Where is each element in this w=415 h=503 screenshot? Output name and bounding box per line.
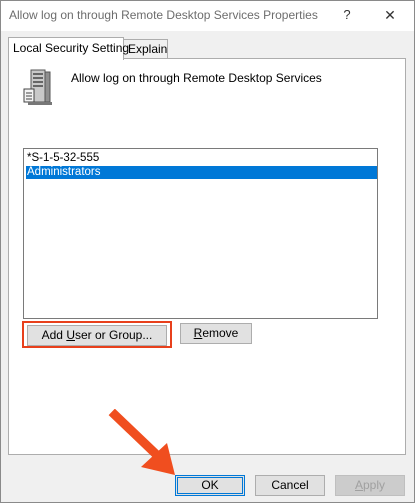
remove-label-post: emove	[202, 326, 239, 340]
add-user-or-group-button[interactable]: Add User or Group...	[27, 325, 167, 346]
remove-button[interactable]: Remove	[180, 323, 252, 344]
list-item-selected[interactable]: Administrators	[26, 166, 377, 179]
close-button[interactable]: ✕	[373, 3, 407, 27]
add-label-accelerator: U	[66, 328, 75, 342]
add-label-post: ser or Group...	[74, 328, 153, 342]
add-label-pre: Add	[41, 328, 67, 342]
tab-local-security-setting[interactable]: Local Security Setting	[8, 37, 129, 60]
title-bar[interactable]: Allow log on through Remote Desktop Serv…	[1, 1, 414, 31]
principals-listbox[interactable]: *S-1-5-32-555 Administrators	[23, 148, 378, 319]
dialog-title: Allow log on through Remote Desktop Serv…	[9, 8, 318, 22]
policy-name: Allow log on through Remote Desktop Serv…	[71, 71, 322, 85]
properties-dialog: Allow log on through Remote Desktop Serv…	[0, 0, 415, 503]
tab-explain[interactable]: Explain	[124, 39, 168, 59]
cancel-button[interactable]: Cancel	[255, 475, 325, 496]
apply-button[interactable]: Apply	[335, 475, 405, 496]
apply-label-post: pply	[363, 478, 386, 492]
apply-label-accelerator: A	[354, 478, 363, 492]
remove-label-accelerator: R	[193, 326, 203, 340]
list-item[interactable]: *S-1-5-32-555	[26, 152, 377, 165]
help-button[interactable]: ?	[335, 3, 359, 27]
tab-panel: Allow log on through Remote Desktop Serv…	[8, 58, 406, 455]
ok-button[interactable]: OK	[175, 475, 245, 496]
server-icon	[23, 69, 52, 105]
